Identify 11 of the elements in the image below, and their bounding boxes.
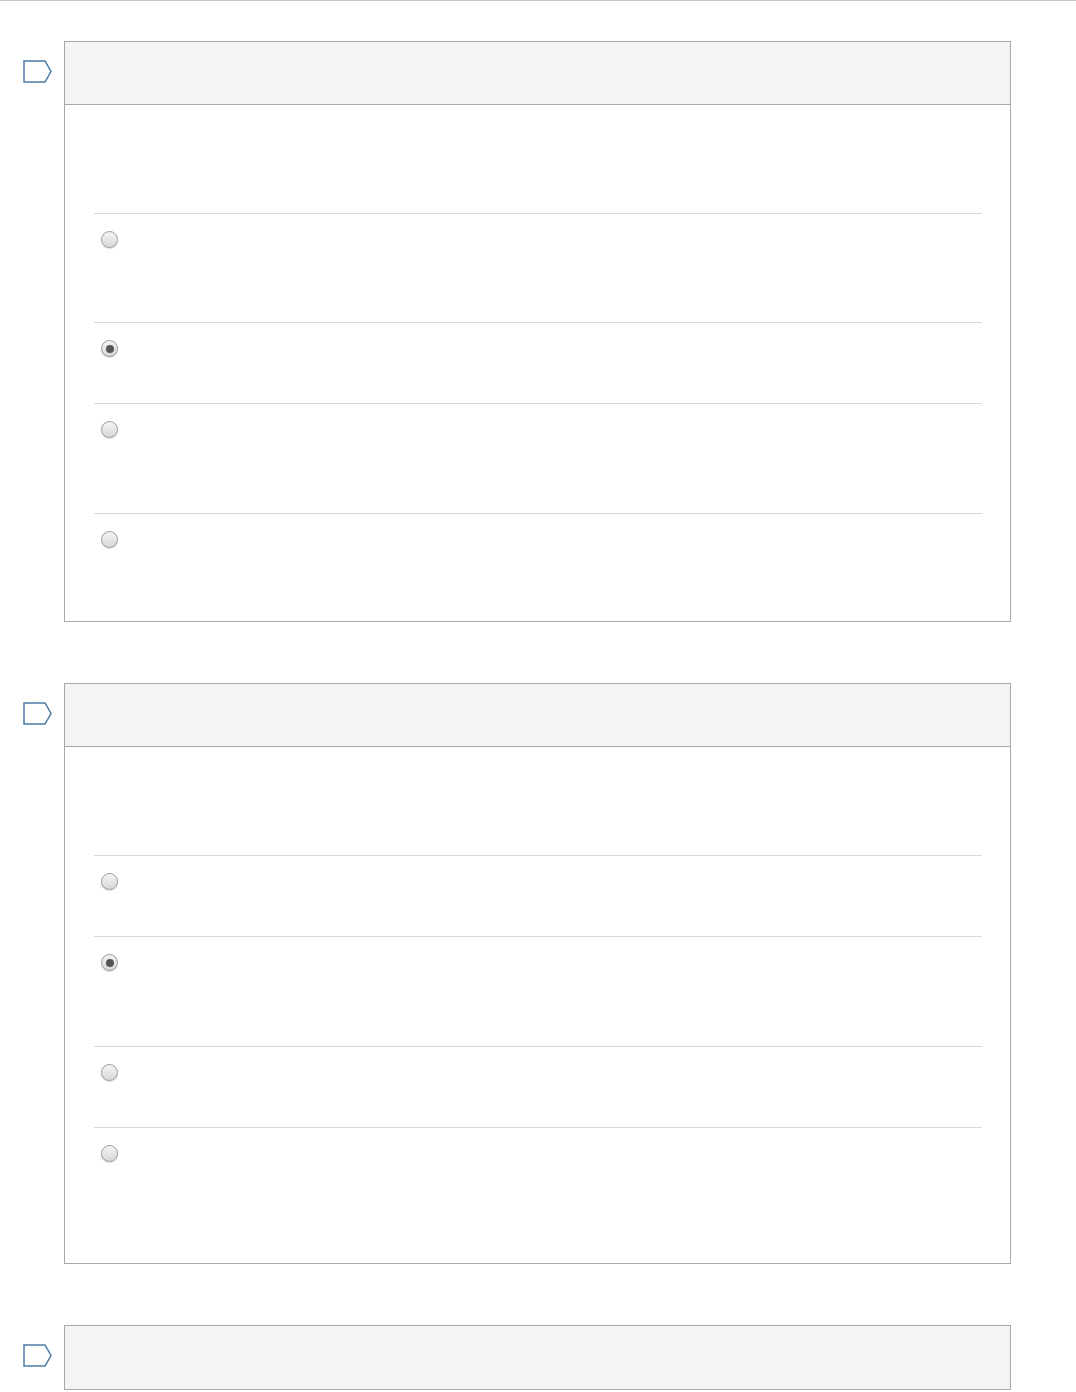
flag-icon[interactable] (23, 60, 52, 83)
radio-button[interactable] (101, 954, 118, 971)
flag-icon[interactable] (23, 702, 52, 725)
radio-button[interactable] (101, 231, 118, 248)
radio-button[interactable] (101, 1145, 118, 1162)
radio-button[interactable] (101, 421, 118, 438)
radio-button[interactable] (101, 873, 118, 890)
radio-button[interactable] (101, 531, 118, 548)
radio-button[interactable] (101, 1064, 118, 1081)
radio-button[interactable] (101, 340, 118, 357)
flag-icon[interactable] (23, 1344, 52, 1367)
